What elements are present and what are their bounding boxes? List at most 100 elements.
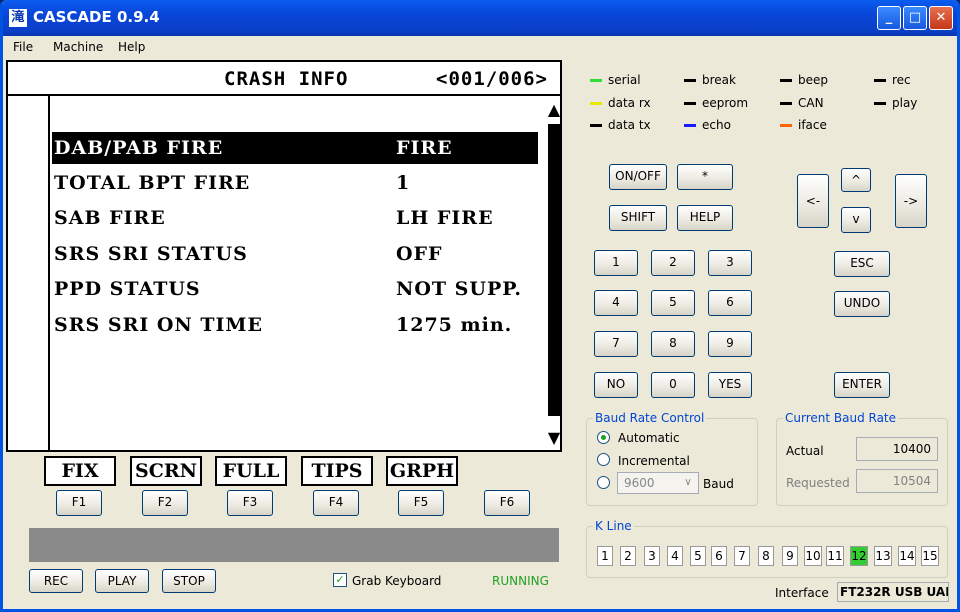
led-indicator-icon — [780, 124, 792, 127]
lcd-row[interactable]: SAB FIRE LH FIRE — [52, 202, 538, 234]
k-line-9[interactable]: 9 — [782, 546, 798, 566]
key-9-button[interactable]: 9 — [708, 331, 752, 357]
k-line-1[interactable]: 1 — [597, 546, 613, 566]
chevron-down-icon[interactable]: ∨ — [680, 475, 696, 491]
key-2-button[interactable]: 2 — [651, 250, 695, 276]
key-0-button[interactable]: 0 — [651, 372, 695, 398]
custom-baud-radio[interactable] — [597, 476, 610, 489]
menu-bar: File Machine Help — [3, 36, 957, 58]
k-line-12[interactable]: 12 — [850, 546, 868, 566]
maximize-button[interactable]: □ — [903, 6, 927, 30]
k-line-3[interactable]: 3 — [644, 546, 660, 566]
led-beep: beep — [780, 73, 828, 87]
scroll-down-icon[interactable]: ▼ — [546, 430, 562, 446]
led-label: break — [702, 73, 736, 87]
left-button[interactable]: <- — [797, 174, 829, 228]
led-echo: echo — [684, 118, 731, 132]
led-indicator-icon — [590, 102, 602, 105]
f3-button[interactable]: F3 — [227, 490, 273, 516]
grab-keyboard-label[interactable]: Grab Keyboard — [352, 574, 441, 588]
f2-button[interactable]: F2 — [142, 490, 188, 516]
k-line-14[interactable]: 14 — [898, 546, 916, 566]
key-4-button[interactable]: 4 — [594, 290, 638, 316]
led-indicator-icon — [684, 124, 696, 127]
key-5-button[interactable]: 5 — [651, 290, 695, 316]
rec-button[interactable]: REC — [29, 569, 83, 593]
menu-help[interactable]: Help — [118, 40, 145, 54]
play-button[interactable]: PLAY — [95, 569, 149, 593]
lcd-row[interactable]: SRS SRI ON TIME 1275 min. — [52, 309, 538, 341]
maximize-icon: □ — [908, 10, 922, 25]
close-button[interactable]: ✕ — [929, 6, 953, 30]
k-line-15[interactable]: 15 — [921, 546, 939, 566]
enter-button[interactable]: ENTER — [834, 372, 890, 398]
incremental-label[interactable]: Incremental — [618, 454, 690, 468]
key-6-button[interactable]: 6 — [708, 290, 752, 316]
interface-value: FT232R USB UAF — [837, 582, 949, 602]
window-title: CASCADE 0.9.4 — [33, 8, 160, 26]
minimize-button[interactable]: _ — [877, 6, 901, 30]
led-indicator-icon — [874, 79, 886, 82]
baud-label: Baud — [703, 477, 734, 491]
scroll-up-icon[interactable]: ▲ — [546, 102, 562, 118]
menu-machine[interactable]: Machine — [53, 40, 103, 54]
lcd-row[interactable]: DAB/PAB FIRE FIRE — [52, 132, 538, 164]
led-indicator-icon — [590, 79, 602, 82]
automatic-label[interactable]: Automatic — [618, 431, 680, 445]
key-8-button[interactable]: 8 — [651, 331, 695, 357]
lcd-scrollbar[interactable]: ▲ ▼ — [544, 96, 564, 452]
led-label: echo — [702, 118, 731, 132]
led-rec: rec — [874, 73, 911, 87]
lcd-row-key: DAB/PAB FIRE — [54, 137, 224, 159]
lcd-row[interactable]: SRS SRI STATUS OFF — [52, 238, 538, 270]
k-line-2[interactable]: 2 — [620, 546, 636, 566]
actual-label: Actual — [786, 444, 824, 458]
undo-button[interactable]: UNDO — [834, 291, 890, 317]
led-CAN: CAN — [780, 96, 824, 110]
key-3-button[interactable]: 3 — [708, 250, 752, 276]
key-7-button[interactable]: 7 — [594, 331, 638, 357]
f5-button[interactable]: F5 — [398, 490, 444, 516]
k-line-13[interactable]: 13 — [874, 546, 892, 566]
current-baud-rate-title: Current Baud Rate — [783, 411, 899, 425]
lcd-title: CRASH INFO — [224, 68, 349, 90]
lcd-row-value: 1 — [396, 172, 411, 194]
lcd-row-value: OFF — [396, 243, 443, 265]
k-line-6[interactable]: 6 — [711, 546, 727, 566]
onoff-button[interactable]: ON/OFF — [609, 164, 667, 190]
k-line-10[interactable]: 10 — [804, 546, 822, 566]
grab-keyboard-checkbox[interactable]: ✓ — [333, 573, 347, 587]
automatic-radio[interactable] — [597, 431, 610, 444]
key-1-button[interactable]: 1 — [594, 250, 638, 276]
title-bar[interactable]: 滝 CASCADE 0.9.4 _ □ ✕ — [3, 0, 957, 36]
led-break: break — [684, 73, 736, 87]
f6-button[interactable]: F6 — [484, 490, 530, 516]
led-eeprom: eeprom — [684, 96, 748, 110]
shift-button[interactable]: SHIFT — [609, 205, 667, 231]
led-label: beep — [798, 73, 828, 87]
scroll-thumb[interactable] — [548, 124, 560, 416]
k-line-4[interactable]: 4 — [667, 546, 683, 566]
f4-button[interactable]: F4 — [313, 490, 359, 516]
fkey-label-full: FULL — [215, 456, 287, 486]
incremental-radio[interactable] — [597, 453, 610, 466]
k-line-5[interactable]: 5 — [690, 546, 706, 566]
lcd-row[interactable]: TOTAL BPT FIRE 1 — [52, 167, 538, 199]
up-button[interactable]: ^ — [841, 168, 871, 192]
fkey-label-grph: GRPH — [386, 456, 458, 486]
f1-button[interactable]: F1 — [56, 490, 102, 516]
k-line-11[interactable]: 11 — [826, 546, 844, 566]
star-button[interactable]: * — [677, 164, 733, 190]
k-line-8[interactable]: 8 — [758, 546, 774, 566]
menu-file[interactable]: File — [13, 40, 33, 54]
baud-select[interactable]: 9600 ∨ — [617, 472, 699, 494]
down-button[interactable]: v — [841, 207, 871, 233]
lcd-row[interactable]: PPD STATUS NOT SUPP. — [52, 273, 538, 305]
k-line-7[interactable]: 7 — [734, 546, 750, 566]
esc-button[interactable]: ESC — [834, 251, 890, 277]
no-button[interactable]: NO — [594, 372, 638, 398]
stop-button[interactable]: STOP — [162, 569, 216, 593]
help-button[interactable]: HELP — [677, 205, 733, 231]
yes-button[interactable]: YES — [708, 372, 752, 398]
right-button[interactable]: -> — [895, 174, 927, 228]
